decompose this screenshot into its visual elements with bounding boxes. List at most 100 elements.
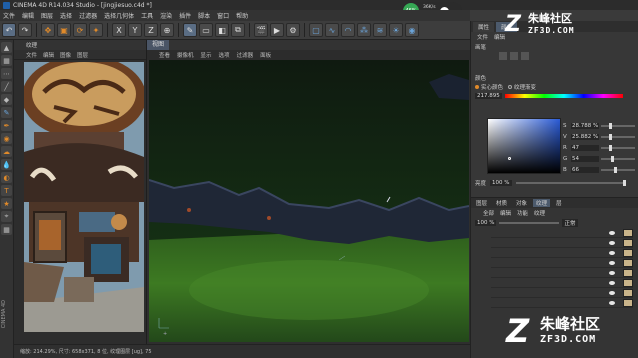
viewport-menu-item[interactable]: 面板 — [260, 51, 271, 59]
eye-icon[interactable] — [609, 280, 615, 285]
layers-tab[interactable]: 材质 — [493, 199, 510, 207]
layers-menu-item[interactable]: 全部 — [483, 209, 494, 217]
brush-preset-swatch[interactable] — [510, 52, 518, 60]
edges-mode-icon[interactable]: ╱ — [1, 81, 12, 92]
slider-knob[interactable] — [609, 144, 612, 151]
stamp-icon[interactable]: ◉ — [1, 133, 12, 144]
smudge-icon[interactable]: ☁ — [1, 146, 12, 157]
brush-icon[interactable]: ✒ — [1, 120, 12, 131]
slider-knob[interactable] — [614, 166, 617, 173]
attributes-tab[interactable]: 属性 — [473, 22, 495, 32]
viewport-menu-item[interactable]: 显示 — [201, 51, 212, 59]
slider-track[interactable] — [601, 166, 635, 173]
redo-icon[interactable]: ↷ — [18, 23, 32, 37]
eye-icon[interactable] — [609, 270, 615, 275]
layer-row[interactable] — [491, 278, 633, 288]
layers-menu-item[interactable]: 功能 — [517, 209, 528, 217]
slider-track[interactable] — [601, 144, 635, 151]
attributes-menu-item[interactable]: 编辑 — [494, 33, 505, 41]
eye-icon[interactable] — [609, 230, 615, 235]
menu-item[interactable]: 过滤器 — [79, 11, 97, 20]
texture-menu-item[interactable]: 图层 — [77, 51, 88, 59]
eye-icon[interactable] — [609, 260, 615, 265]
texture-menu-item[interactable]: 图像 — [60, 51, 71, 59]
eyedropper-icon[interactable]: ⌖ — [1, 211, 12, 222]
brush-preset-swatch[interactable] — [521, 52, 529, 60]
polygons-mode-icon[interactable]: ◆ — [1, 94, 12, 105]
eye-icon[interactable] — [609, 240, 615, 245]
slider-value-field[interactable]: 28.788 % — [571, 122, 599, 129]
star-shape-icon[interactable]: ★ — [1, 198, 12, 209]
layers-menu-item[interactable]: 纹理 — [534, 209, 545, 217]
slider-value-field[interactable]: 54 — [571, 155, 599, 162]
texture-image[interactable] — [24, 62, 144, 332]
3d-viewport-canvas[interactable]: + — [149, 60, 469, 342]
menu-item[interactable]: 工具 — [141, 11, 153, 20]
nurbs-icon[interactable]: ◠ — [341, 23, 355, 37]
menu-item[interactable]: 文件 — [3, 11, 15, 20]
layer-row[interactable] — [491, 258, 633, 268]
menu-item[interactable]: 图层 — [41, 11, 53, 20]
menu-item[interactable]: 选择 — [60, 11, 72, 20]
camera-icon[interactable]: ◉ — [405, 23, 419, 37]
layers-tab[interactable]: 对象 — [513, 199, 530, 207]
layer-row[interactable] — [491, 228, 633, 238]
texture-menu-item[interactable]: 文件 — [26, 51, 37, 59]
paint-brush-icon[interactable]: ✎ — [183, 23, 197, 37]
cube-icon[interactable]: ▢ — [309, 23, 323, 37]
layer-row[interactable] — [491, 238, 633, 248]
layer-row[interactable] — [491, 248, 633, 258]
eye-icon[interactable] — [609, 300, 615, 305]
layers-tab[interactable]: 层 — [553, 199, 565, 207]
slider-track[interactable] — [601, 122, 635, 129]
menu-item[interactable]: 帮助 — [236, 11, 248, 20]
attributes-menu-item[interactable]: 文件 — [477, 33, 488, 41]
viewport-tab[interactable]: 视图 — [147, 40, 170, 50]
layer-row[interactable] — [491, 298, 633, 308]
eye-icon[interactable] — [609, 250, 615, 255]
saturation-value-picker[interactable] — [487, 118, 561, 174]
picker-cursor[interactable] — [508, 157, 511, 160]
layers-tab[interactable]: 图层 — [473, 199, 490, 207]
slider-track[interactable] — [601, 133, 635, 140]
layers-menu-item[interactable]: 编辑 — [500, 209, 511, 217]
deformer-icon[interactable]: ≋ — [373, 23, 387, 37]
z-axis-icon[interactable]: Z — [144, 23, 158, 37]
slider-value-field[interactable]: 47 — [571, 144, 599, 151]
paint-mode-icon[interactable]: ✎ — [1, 107, 12, 118]
text-tool-icon[interactable]: T — [1, 185, 12, 196]
menu-item[interactable]: 渲染 — [160, 11, 172, 20]
y-axis-icon[interactable]: Y — [128, 23, 142, 37]
layer-opacity-slider[interactable] — [499, 222, 560, 224]
viewport-menu-item[interactable]: 查看 — [159, 51, 170, 59]
texture-panel-tab[interactable]: 纹理 — [26, 41, 37, 49]
slider-value-field[interactable]: 66 — [571, 166, 599, 173]
viewport-menu-item[interactable]: 过滤器 — [237, 51, 254, 59]
slider-knob[interactable] — [609, 133, 612, 140]
eye-icon[interactable] — [609, 290, 615, 295]
layer-row[interactable] — [491, 288, 633, 298]
layers-tab[interactable]: 纹理 — [533, 199, 551, 207]
render-settings-icon[interactable]: ⚙ — [286, 23, 300, 37]
menu-item[interactable]: 窗口 — [217, 11, 229, 20]
hue-value-field[interactable]: 217.895 — [475, 92, 502, 99]
rotate-tool-icon[interactable]: ⟳ — [73, 23, 87, 37]
layer-opacity-field[interactable]: 100 % — [475, 220, 497, 226]
brush-preset-swatch[interactable] — [499, 52, 507, 60]
undo-icon[interactable]: ↶ — [2, 23, 16, 37]
menu-item[interactable]: 插件 — [179, 11, 191, 20]
scale-tool-icon[interactable]: ▣ — [57, 23, 71, 37]
dodge-icon[interactable]: ◐ — [1, 172, 12, 183]
model-mode-icon[interactable]: ▲ — [1, 42, 12, 53]
fill-icon[interactable]: ◧ — [215, 23, 229, 37]
slider-value-field[interactable]: 25.882 % — [571, 133, 599, 140]
viewport-menu-item[interactable]: 选项 — [219, 51, 230, 59]
brightness-field[interactable]: 100 % — [490, 180, 512, 186]
layer-row[interactable] — [491, 268, 633, 278]
blur-icon[interactable]: 💧 — [1, 159, 12, 170]
render-picture-icon[interactable]: ▶ — [270, 23, 284, 37]
menu-item[interactable]: 编辑 — [22, 11, 34, 20]
coordinate-system-icon[interactable]: ⊕ — [160, 23, 174, 37]
array-icon[interactable]: ⁂ — [357, 23, 371, 37]
brightness-knob[interactable] — [622, 180, 626, 186]
